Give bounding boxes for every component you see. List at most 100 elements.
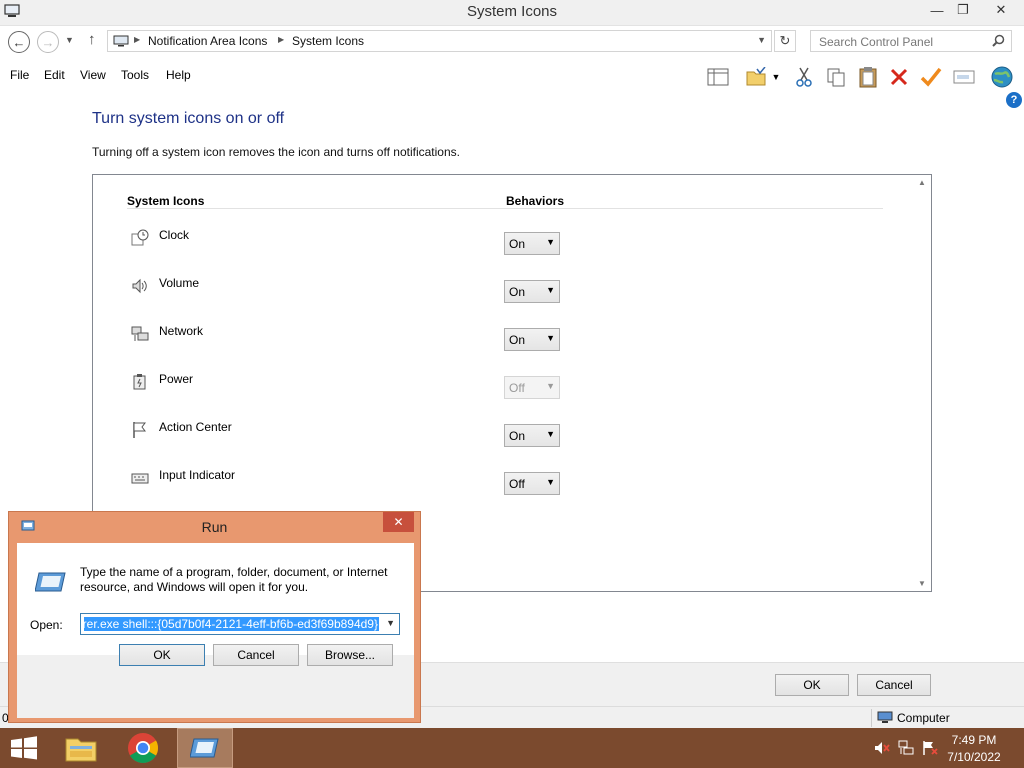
computer-icon bbox=[877, 711, 893, 723]
rename-icon[interactable] bbox=[951, 65, 977, 89]
input-indicator-behavior-select[interactable]: Off ▼ bbox=[504, 472, 560, 495]
network-globe-icon[interactable] bbox=[989, 65, 1015, 89]
properties-check-icon[interactable] bbox=[918, 65, 944, 89]
system-icon-row-power: Power Off ▼ bbox=[127, 371, 560, 411]
taskbar-chrome[interactable] bbox=[115, 728, 171, 768]
system-icon-row-network: Network On ▼ bbox=[127, 323, 560, 363]
keyboard-icon bbox=[131, 473, 149, 484]
menu-view[interactable]: View bbox=[80, 68, 106, 82]
cut-icon[interactable] bbox=[791, 65, 817, 89]
refresh-icon: ↻ bbox=[779, 33, 791, 48]
volume-icon bbox=[132, 278, 147, 294]
start-button[interactable] bbox=[9, 736, 39, 760]
chrome-icon bbox=[128, 733, 159, 764]
volume-behavior-select[interactable]: On ▼ bbox=[504, 280, 560, 303]
menu-edit[interactable]: Edit bbox=[44, 68, 65, 82]
paste-icon[interactable] bbox=[855, 65, 881, 89]
power-behavior-select: Off ▼ bbox=[504, 376, 560, 399]
panel-scrollbar[interactable]: ▲ ▼ bbox=[914, 175, 931, 591]
clock-icon bbox=[131, 229, 149, 246]
run-titlebar[interactable]: Run ✕ bbox=[9, 512, 420, 540]
taskbar-run[interactable] bbox=[177, 728, 233, 768]
network-behavior-select[interactable]: On ▼ bbox=[504, 328, 560, 351]
folder-options-dropdown-icon[interactable]: ▼ bbox=[769, 65, 783, 89]
recent-locations-dropdown[interactable]: ▼ bbox=[65, 35, 74, 45]
folder-options-icon[interactable] bbox=[743, 65, 769, 89]
breadcrumb-separator-icon: ▶ bbox=[134, 35, 141, 44]
behavior-value: Off bbox=[509, 381, 525, 395]
up-arrow-icon: ↑ bbox=[88, 31, 96, 48]
chevron-down-icon: ▼ bbox=[546, 237, 555, 247]
chevron-down-icon: ▼ bbox=[546, 285, 555, 295]
behavior-value: On bbox=[509, 429, 526, 443]
run-cancel-button[interactable]: Cancel bbox=[213, 644, 299, 666]
status-zone: Computer bbox=[897, 711, 950, 725]
scroll-down-icon[interactable]: ▼ bbox=[918, 579, 926, 588]
address-bar: ← → ▼ ↑ ▶ Notification Area Icons ▶ Syst… bbox=[0, 27, 1024, 57]
action-center-flag-icon[interactable] bbox=[922, 740, 938, 756]
menu-file[interactable]: File bbox=[10, 68, 29, 82]
control-panel-location-icon bbox=[113, 35, 129, 47]
action-center-behavior-select[interactable]: On ▼ bbox=[504, 424, 560, 447]
menu-help[interactable]: Help bbox=[166, 68, 191, 82]
scroll-up-icon[interactable]: ▲ bbox=[918, 178, 926, 187]
status-divider bbox=[871, 709, 872, 727]
chevron-down-icon: ▼ bbox=[546, 477, 555, 487]
close-button[interactable]: ✕ bbox=[986, 0, 1016, 20]
run-title: Run bbox=[201, 519, 228, 535]
flag-icon bbox=[133, 422, 146, 438]
system-icon-label: Clock bbox=[159, 228, 190, 242]
breadcrumb-notification-area-icons[interactable]: Notification Area Icons bbox=[148, 34, 267, 48]
help-icon[interactable]: ? bbox=[1006, 92, 1022, 108]
run-body: Type the name of a program, folder, docu… bbox=[17, 543, 414, 718]
chevron-down-icon: ▼ bbox=[546, 381, 555, 391]
behavior-value: On bbox=[509, 333, 526, 347]
network-icon bbox=[131, 326, 149, 341]
refresh-button[interactable]: ↻ bbox=[774, 30, 796, 52]
forward-button[interactable]: → bbox=[37, 31, 59, 53]
taskbar-file-explorer[interactable] bbox=[53, 728, 109, 768]
maximize-button[interactable]: ❐ bbox=[948, 0, 978, 20]
system-icon-label: Input Indicator bbox=[159, 468, 236, 482]
system-icon-label: Volume bbox=[159, 276, 200, 290]
run-close-button[interactable]: ✕ bbox=[383, 512, 414, 532]
page-title: Turn system icons on or off bbox=[92, 110, 285, 127]
run-command-input[interactable]: orer.exe shell:::{05d7b0f4-2121-4eff-bf6… bbox=[80, 613, 400, 635]
power-icon bbox=[133, 374, 146, 390]
system-icon-row-clock: Clock On ▼ bbox=[127, 227, 560, 267]
menu-tools[interactable]: Tools bbox=[121, 68, 149, 82]
column-header-system-icons: System Icons bbox=[127, 194, 205, 208]
network-icon[interactable] bbox=[898, 740, 914, 756]
clock-date[interactable]: 7/10/2022 bbox=[944, 750, 1004, 764]
close-icon: ✕ bbox=[393, 515, 404, 529]
file-explorer-icon bbox=[65, 738, 97, 762]
delete-icon[interactable] bbox=[886, 65, 912, 89]
chevron-down-icon: ▼ bbox=[546, 333, 555, 343]
volume-muted-icon[interactable] bbox=[874, 740, 890, 756]
chevron-down-icon[interactable]: ▼ bbox=[386, 618, 395, 628]
layout-icon[interactable] bbox=[705, 65, 731, 89]
run-browse-button[interactable]: Browse... bbox=[307, 644, 393, 666]
copy-icon[interactable] bbox=[823, 65, 849, 89]
behavior-value: Off bbox=[509, 477, 525, 491]
run-description: Type the name of a program, folder, docu… bbox=[80, 565, 388, 594]
run-ok-button[interactable]: OK bbox=[119, 644, 205, 666]
run-command-text: orer.exe shell:::{05d7b0f4-2121-4eff-bf6… bbox=[84, 617, 379, 631]
back-arrow-icon: ← bbox=[12, 34, 26, 50]
forward-arrow-icon: → bbox=[41, 34, 55, 50]
chevron-down-icon: ▼ bbox=[546, 429, 555, 439]
clock-time[interactable]: 7:49 PM bbox=[944, 733, 1004, 747]
search-input[interactable]: Search Control Panel bbox=[810, 30, 1012, 52]
address-field[interactable]: ▶ Notification Area Icons ▶ System Icons… bbox=[107, 30, 772, 52]
run-dialog: Run ✕ Type the name of a program, folder… bbox=[8, 511, 421, 723]
behavior-value: On bbox=[509, 285, 526, 299]
cancel-button[interactable]: Cancel bbox=[857, 674, 931, 696]
search-placeholder: Search Control Panel bbox=[819, 35, 934, 49]
back-button[interactable]: ← bbox=[8, 31, 30, 53]
clock-behavior-select[interactable]: On ▼ bbox=[504, 232, 560, 255]
up-button[interactable]: ↑ bbox=[88, 31, 96, 48]
breadcrumb-separator-icon: ▶ bbox=[278, 35, 285, 44]
ok-button[interactable]: OK bbox=[775, 674, 849, 696]
address-dropdown-icon[interactable]: ▼ bbox=[757, 35, 766, 45]
breadcrumb-system-icons[interactable]: System Icons bbox=[292, 34, 364, 48]
